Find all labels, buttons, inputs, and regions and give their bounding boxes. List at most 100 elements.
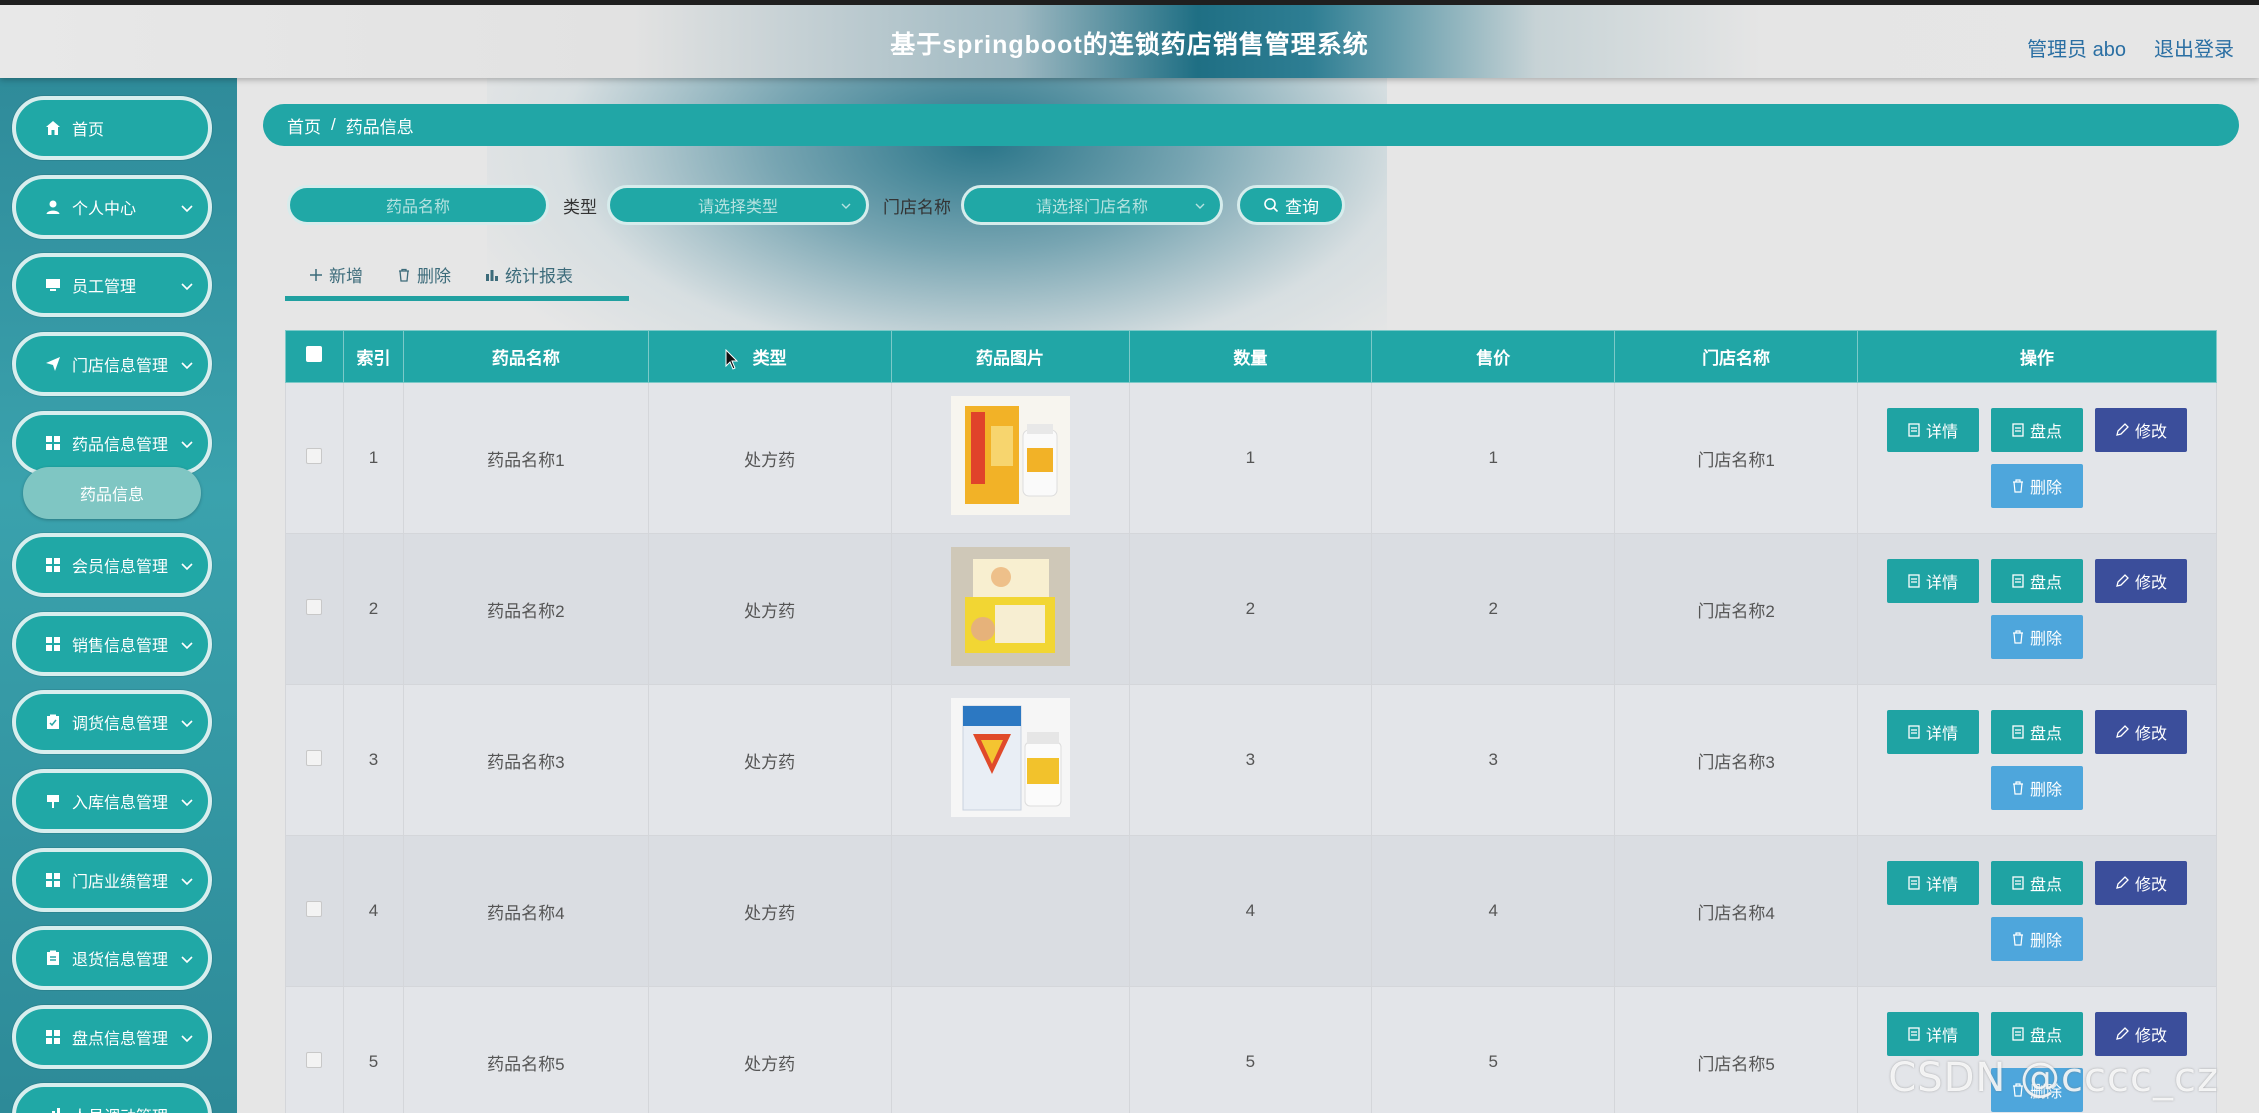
row-checkbox[interactable]	[306, 447, 323, 464]
check-button[interactable]: 盘点	[1990, 559, 2083, 603]
cell-type: 处方药	[647, 684, 892, 836]
sidebar-item-member[interactable]: 会员信息管理	[12, 533, 212, 597]
medicine-image[interactable]	[950, 698, 1070, 817]
detail-button[interactable]: 详情	[1886, 408, 1979, 452]
row-checkbox[interactable]	[306, 598, 323, 615]
col-header-price: 售价	[1371, 330, 1616, 383]
cell-ops: 详情 盘点 修改 删除	[1856, 382, 2218, 534]
store-select[interactable]: 请选择门店名称	[961, 185, 1223, 225]
detail-button[interactable]: 详情	[1886, 1012, 1979, 1056]
cell-qty: 1	[1128, 382, 1373, 534]
delete-button[interactable]: 删除	[1990, 917, 2083, 961]
add-button-label: 新增	[329, 267, 363, 286]
pencil-icon	[2116, 725, 2129, 738]
cell-store: 门店名称1	[1614, 382, 1858, 534]
sidebar-item-inventory[interactable]: 盘点信息管理	[12, 1005, 212, 1069]
detail-button[interactable]: 详情	[1886, 861, 1979, 905]
grid-icon	[44, 871, 62, 889]
check-label: 盘点	[2029, 726, 2062, 743]
sidebar-item-label: 药品信息管理	[72, 437, 169, 454]
cell-name: 药品名称4	[402, 835, 649, 987]
sidebar-item-personal[interactable]: 个人中心	[12, 175, 212, 239]
sidebar-item-label: 门店业绩管理	[72, 874, 169, 891]
sidebar-item-medicine[interactable]: 药品信息管理	[12, 411, 212, 475]
sidebar-subitem-medicine-info[interactable]: 药品信息	[23, 467, 201, 519]
col-header-ops: 操作	[1856, 330, 2218, 383]
medicine-name-input[interactable]: 药品名称	[287, 185, 549, 225]
query-button[interactable]: 查询	[1237, 185, 1345, 225]
col-header-qty: 数量	[1128, 330, 1373, 383]
add-button[interactable]: 新增	[309, 262, 363, 287]
cell-price: 2	[1371, 533, 1616, 685]
user-icon	[44, 198, 62, 216]
check-button[interactable]: 盘点	[1990, 710, 2083, 754]
col-header-type: 类型	[647, 330, 892, 383]
cell-name: 药品名称3	[402, 684, 649, 836]
delete-button[interactable]: 删除	[1990, 615, 2083, 659]
chevron-down-icon	[181, 720, 193, 728]
detail-label: 详情	[1925, 726, 1958, 743]
delete-button[interactable]: 删除	[1990, 766, 2083, 810]
check-button[interactable]: 盘点	[1990, 1012, 2083, 1056]
row-select-cell	[285, 684, 344, 836]
sidebar-item-sales[interactable]: 销售信息管理	[12, 612, 212, 676]
document-icon	[2012, 1027, 2024, 1041]
report-button-label: 统计报表	[505, 267, 573, 286]
breadcrumb: 首页 / 药品信息	[263, 104, 2239, 146]
detail-button[interactable]: 详情	[1886, 710, 1979, 754]
sidebar-item-home[interactable]: 首页	[12, 96, 212, 160]
detail-button[interactable]: 详情	[1886, 559, 1979, 603]
sidebar-item-returns[interactable]: 退货信息管理	[12, 926, 212, 990]
sidebar-item-store[interactable]: 门店信息管理	[12, 332, 212, 396]
medicine-image[interactable]	[950, 396, 1070, 515]
sidebar: 首页 个人中心 员工管理 门店信息管理 药品信息管理 药品信息 会员信息管理 销…	[0, 78, 237, 1113]
edit-button[interactable]: 修改	[2094, 861, 2187, 905]
cell-ops: 详情 盘点 修改 删除	[1856, 684, 2218, 836]
document-icon	[1908, 876, 1920, 890]
sidebar-item-label: 人员调动管理	[72, 1103, 168, 1113]
row-checkbox[interactable]	[306, 749, 323, 766]
system-title: 基于springboot的连锁药店销售管理系统	[890, 31, 1369, 59]
flag-icon	[44, 792, 62, 810]
cell-price: 5	[1371, 986, 1616, 1113]
edit-label: 修改	[2134, 575, 2167, 592]
chevron-down-icon	[181, 799, 193, 807]
edit-button[interactable]: 修改	[2094, 1012, 2187, 1056]
clipboard-icon	[44, 949, 62, 967]
row-checkbox[interactable]	[306, 1051, 323, 1068]
delete-button[interactable]: 删除	[1990, 464, 2083, 508]
table-row: 4 药品名称4 处方药 4 4 门店名称4 详情 盘点 修改 删除	[285, 835, 2218, 987]
sidebar-item-inbound[interactable]: 入库信息管理	[12, 769, 212, 833]
home-icon	[44, 119, 62, 137]
sidebar-item-label: 盘点信息管理	[72, 1031, 169, 1048]
row-select-cell	[285, 986, 344, 1113]
cell-index: 2	[342, 533, 404, 685]
table-row: 2 药品名称2 处方药 2 2 门店名称2 详情 盘点 修改 删除	[285, 533, 2218, 685]
medicine-image[interactable]	[950, 547, 1070, 666]
type-select[interactable]: 请选择类型	[607, 185, 869, 225]
select-all-checkbox[interactable]	[306, 346, 323, 362]
sidebar-item-transfer[interactable]: 调货信息管理	[12, 690, 212, 754]
edit-button[interactable]: 修改	[2094, 559, 2187, 603]
check-button[interactable]: 盘点	[1990, 861, 2083, 905]
admin-user-label[interactable]: 管理员 abo	[2027, 33, 2126, 62]
sidebar-item-label: 个人中心	[72, 201, 137, 218]
check-button[interactable]: 盘点	[1990, 408, 2083, 452]
sidebar-item-label: 调货信息管理	[72, 716, 169, 733]
edit-button[interactable]: 修改	[2094, 408, 2187, 452]
batch-delete-button[interactable]: 删除	[397, 262, 451, 287]
cell-image	[890, 986, 1130, 1113]
sidebar-item-staff[interactable]: 员工管理	[12, 253, 212, 317]
sidebar-item-performance[interactable]: 门店业绩管理	[12, 848, 212, 912]
row-checkbox[interactable]	[306, 900, 323, 917]
chevron-down-icon	[841, 203, 851, 209]
breadcrumb-home[interactable]: 首页	[287, 113, 321, 138]
chevron-down-icon	[181, 878, 193, 886]
report-button[interactable]: 统计报表	[485, 262, 573, 287]
trash-icon	[2012, 932, 2023, 946]
edit-button[interactable]: 修改	[2094, 710, 2187, 754]
cell-store: 门店名称2	[1614, 533, 1858, 685]
logout-link[interactable]: 退出登录	[2154, 33, 2234, 62]
sidebar-item-personnel[interactable]: 人员调动管理	[12, 1083, 212, 1113]
search-icon	[1264, 198, 1279, 213]
